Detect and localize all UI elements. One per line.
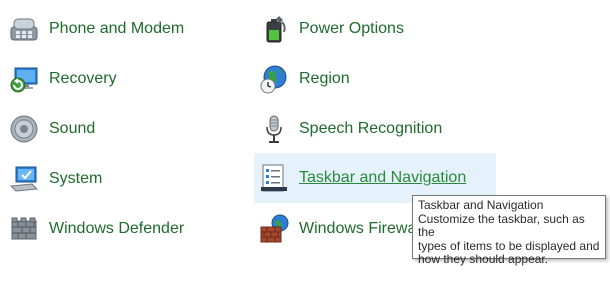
item-label: Recovery <box>49 70 117 87</box>
item-windows-firewall[interactable]: Windows Firewa <box>256 211 416 247</box>
item-phone-and-modem[interactable]: Phone and Modem <box>6 11 184 47</box>
item-speech-recognition[interactable]: Speech Recognition <box>256 111 442 147</box>
globe-clock-icon <box>256 61 292 97</box>
tooltip: Taskbar and Navigation Customize the tas… <box>412 195 606 266</box>
item-label: Speech Recognition <box>299 120 443 137</box>
speaker-icon <box>6 111 42 147</box>
item-windows-defender[interactable]: Windows Defender <box>6 211 184 247</box>
system-computer-icon <box>6 161 42 197</box>
recovery-icon <box>6 61 42 97</box>
item-power-options[interactable]: Power Options <box>256 11 404 47</box>
item-recovery[interactable]: Recovery <box>6 61 117 97</box>
item-region[interactable]: Region <box>256 61 350 97</box>
battery-plug-icon <box>256 11 292 47</box>
item-label: Windows Defender <box>49 220 185 237</box>
defender-wall-icon <box>6 211 42 247</box>
item-label: Windows Firewa <box>299 220 417 237</box>
phone-modem-icon <box>6 11 42 47</box>
item-label: Taskbar and Navigation <box>299 169 467 186</box>
firewall-globe-icon <box>256 211 292 247</box>
microphone-icon <box>256 111 292 147</box>
tooltip-description-line: how they should appear. <box>418 252 549 266</box>
item-sound[interactable]: Sound <box>6 111 95 147</box>
item-label: Region <box>299 70 350 87</box>
item-system[interactable]: System <box>6 161 102 197</box>
tooltip-description-line: Customize the taskbar, such as the <box>418 211 585 239</box>
item-label: Phone and Modem <box>49 20 185 37</box>
item-label: Power Options <box>299 20 404 37</box>
item-label: System <box>49 170 103 187</box>
item-label: Sound <box>49 120 96 137</box>
taskbar-checklist-icon <box>256 160 292 196</box>
tooltip-title: Taskbar and Navigation <box>418 198 544 212</box>
tooltip-description-line: types of items to be displayed and <box>418 238 600 253</box>
